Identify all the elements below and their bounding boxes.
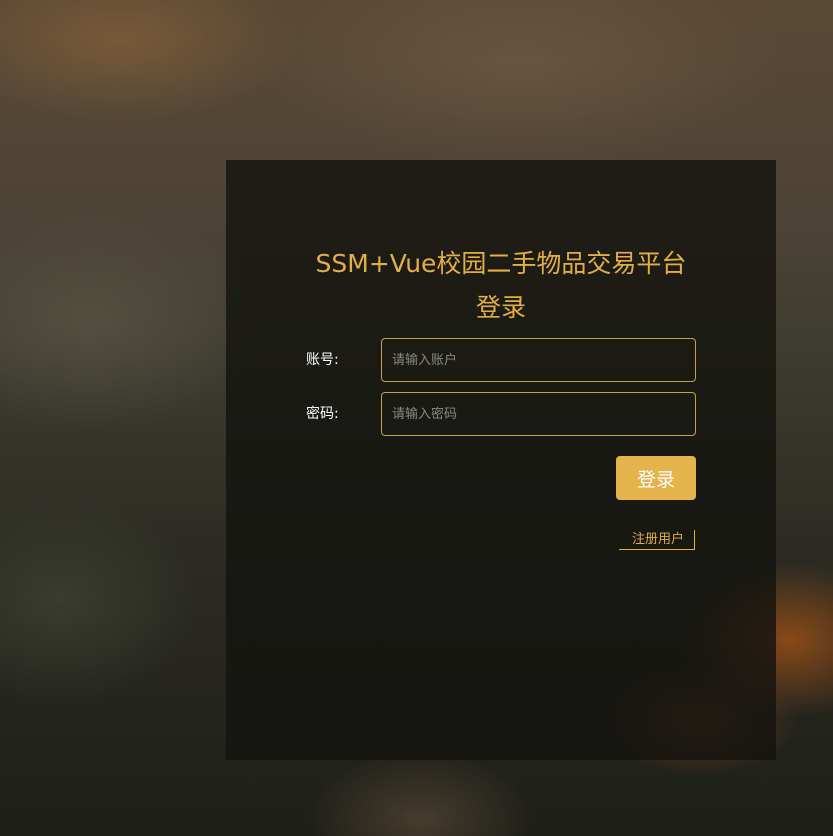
page-title: SSM+Vue校园二手物品交易平台登录 <box>315 249 687 322</box>
account-input[interactable] <box>381 338 696 382</box>
login-button[interactable]: 登录 <box>616 456 696 500</box>
login-panel: SSM+Vue校园二手物品交易平台登录 账号: 密码: 登录 注册用户 <box>226 160 776 760</box>
register-link[interactable]: 注册用户 <box>619 530 695 550</box>
password-input[interactable] <box>381 392 696 436</box>
password-label: 密码: <box>306 406 339 422</box>
account-label: 账号: <box>306 352 339 368</box>
